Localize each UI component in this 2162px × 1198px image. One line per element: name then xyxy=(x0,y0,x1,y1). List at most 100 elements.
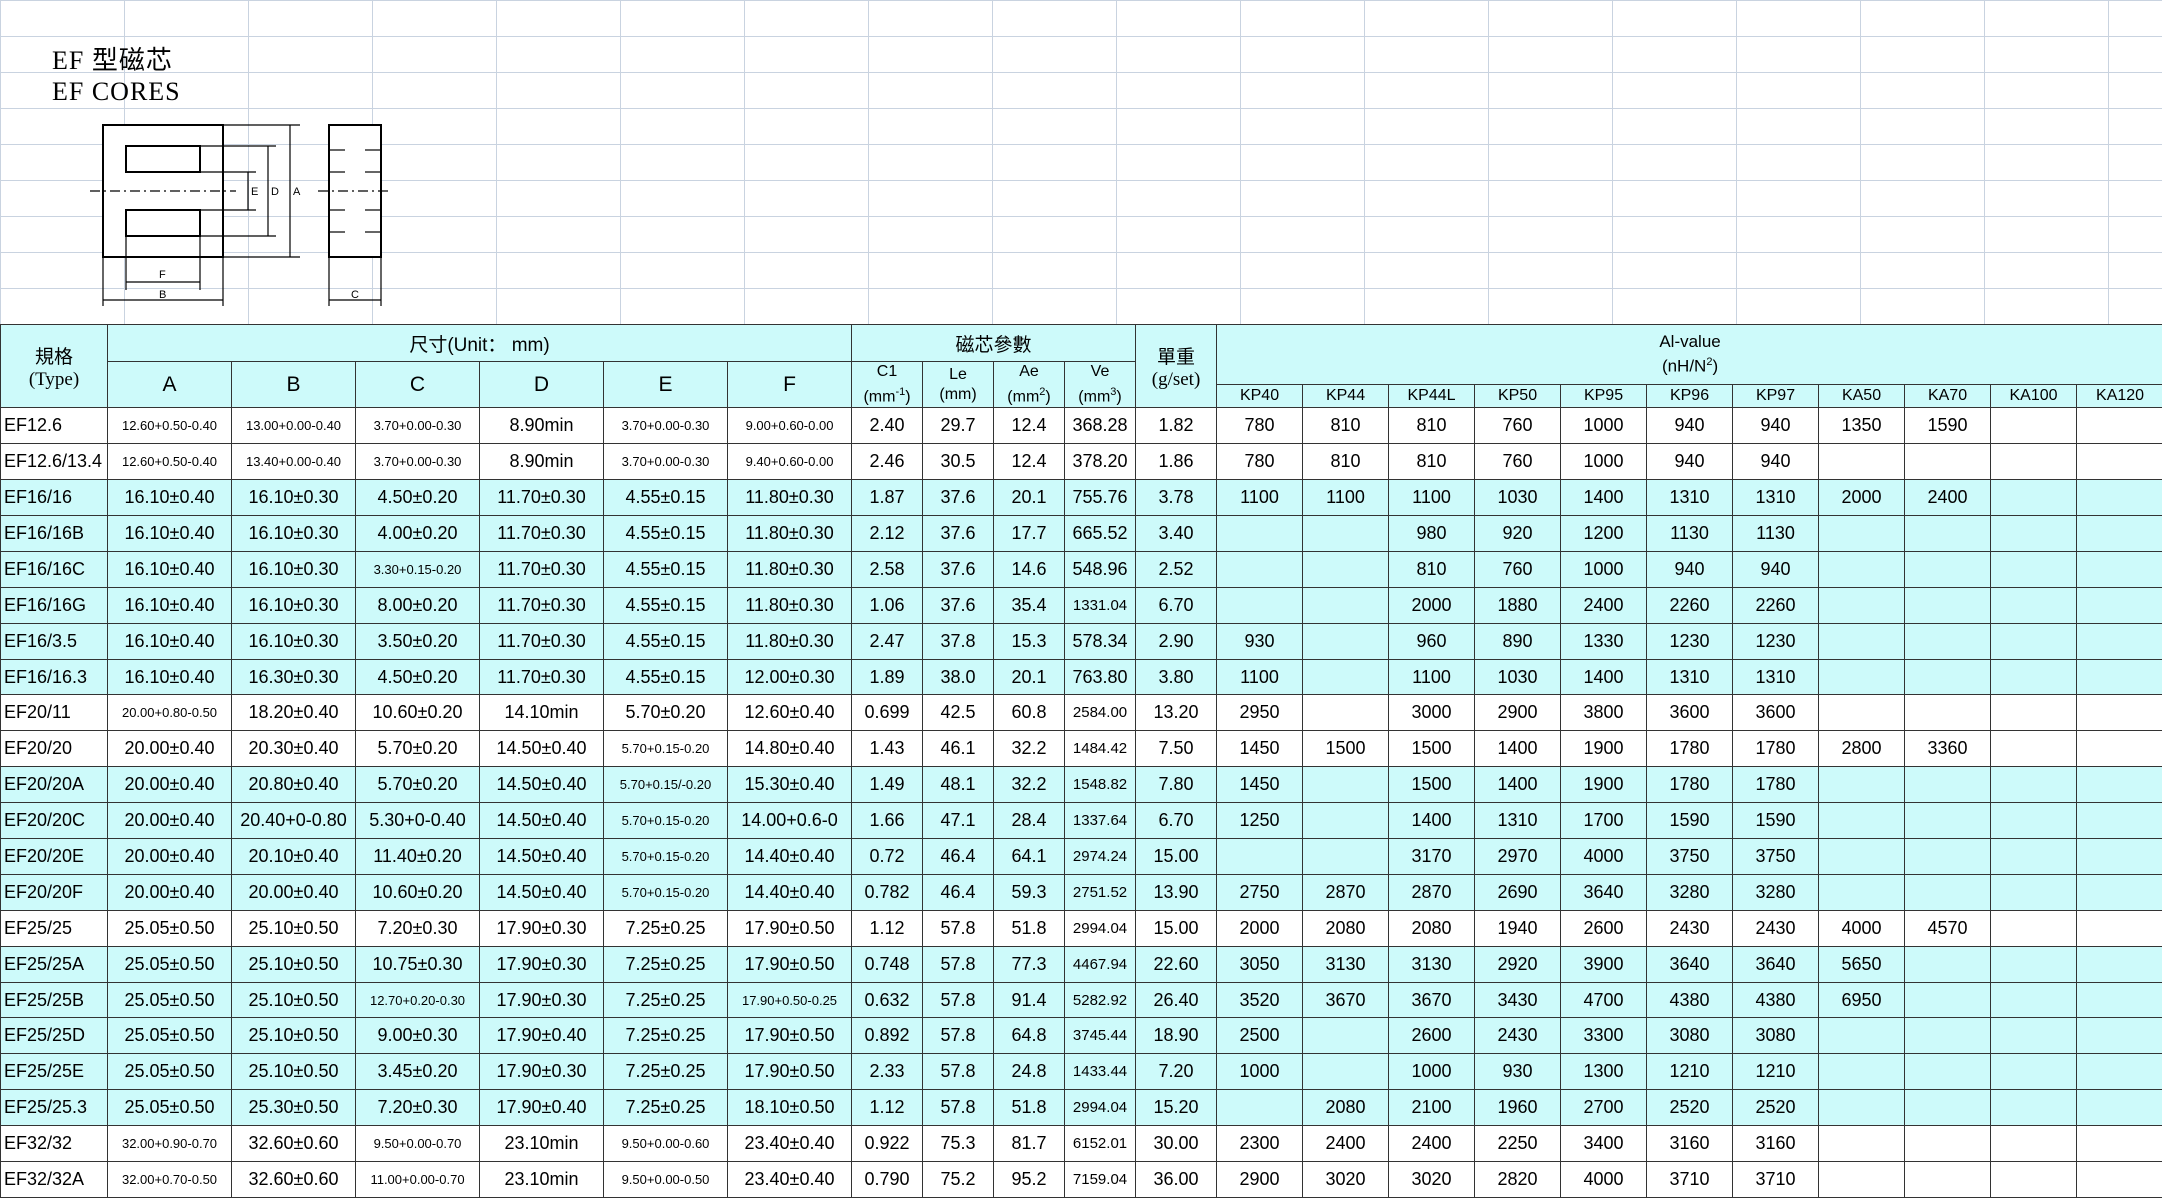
cell-al-value: 4380 xyxy=(1646,981,1734,1019)
cell-al-value: 2820 xyxy=(1474,1161,1562,1198)
al-value-header: Al-value (nH/N2) xyxy=(1216,323,2162,386)
cell-al-value: 1100 xyxy=(1388,658,1476,696)
cell-al-value: 5650 xyxy=(1818,945,1906,983)
cell-F: 17.90±0.50 xyxy=(726,945,853,983)
cell-Le: 75.2 xyxy=(922,1161,995,1198)
cell-D: 17.90±0.40 xyxy=(479,1017,604,1055)
cell-A: 12.60+0.50-0.40 xyxy=(107,443,232,481)
cell-A: 20.00±0.40 xyxy=(107,730,232,768)
param-header-Le: Le (mm) xyxy=(922,360,995,409)
cell-type: EF20/20A xyxy=(0,766,108,804)
cell-al-value xyxy=(1302,622,1390,660)
cell-al-value xyxy=(1904,1017,1992,1055)
cell-al-value xyxy=(2076,838,2162,875)
cell-al-value: 1400 xyxy=(1474,730,1562,768)
dim-header-D: D xyxy=(479,360,604,409)
cell-W: 15.00 xyxy=(1135,909,1218,947)
cell-W: 1.86 xyxy=(1135,443,1218,481)
cell-al-value: 1310 xyxy=(1646,658,1734,696)
cell-Ae: 77.3 xyxy=(993,945,1066,983)
cell-A: 20.00±0.40 xyxy=(107,838,232,875)
cell-D: 14.50±0.40 xyxy=(479,838,604,875)
cell-Ae: 60.8 xyxy=(993,694,1066,732)
cell-al-value xyxy=(1302,1017,1390,1055)
cell-al-value xyxy=(1904,945,1992,983)
cell-al-value: 2970 xyxy=(1474,838,1562,875)
material-header: KA70 xyxy=(1904,384,1992,409)
cell-al-value xyxy=(2076,407,2162,445)
cell-al-value xyxy=(1990,1017,2078,1055)
cell-al-value: 1100 xyxy=(1302,479,1390,516)
cell-al-value: 1210 xyxy=(1732,1053,1820,1091)
cell-A: 20.00±0.40 xyxy=(107,873,232,911)
cell-al-value: 1000 xyxy=(1560,550,1648,588)
cell-al-value xyxy=(1216,1089,1304,1127)
cell-al-value xyxy=(2076,909,2162,947)
cell-C: 10.60±0.20 xyxy=(355,873,480,911)
cell-al-value xyxy=(1302,766,1390,804)
table-row: EF25/25B 25.05±0.50 25.10±0.50 12.70+0.20-0… xyxy=(0,981,2162,1019)
cell-W: 6.70 xyxy=(1135,802,1218,840)
cell-al-value: 2400 xyxy=(1904,479,1992,516)
cell-al-value xyxy=(1990,407,2078,445)
cell-D: 11.70±0.30 xyxy=(479,622,604,660)
cell-type: EF25/25D xyxy=(0,1017,108,1055)
cell-B: 32.60±0.60 xyxy=(231,1161,356,1198)
cell-C1: 1.87 xyxy=(851,479,924,516)
cell-al-value: 1400 xyxy=(1560,658,1648,696)
cell-W: 7.20 xyxy=(1135,1053,1218,1091)
cell-al-value xyxy=(1904,443,1992,481)
cell-Ve: 378.20 xyxy=(1064,443,1137,481)
cell-Ve: 1337.64 xyxy=(1064,802,1137,840)
weight-header: 單重 (g/set) xyxy=(1135,323,1218,409)
cell-F: 12.00±0.30 xyxy=(726,658,853,696)
cell-al-value xyxy=(1904,981,1992,1019)
cell-W: 3.80 xyxy=(1135,658,1218,696)
cell-type: EF20/11 xyxy=(0,694,108,732)
cell-B: 20.30±0.40 xyxy=(231,730,356,768)
cell-C1: 0.922 xyxy=(851,1125,924,1163)
cell-al-value xyxy=(1302,838,1390,875)
cell-al-value: 2250 xyxy=(1474,1125,1562,1163)
cell-B: 13.40+0.00-0.40 xyxy=(231,443,356,481)
cell-al-value: 3640 xyxy=(1560,873,1648,911)
cell-al-value: 2400 xyxy=(1560,586,1648,624)
cell-D: 17.90±0.40 xyxy=(479,1089,604,1127)
cell-Ve: 2584.00 xyxy=(1064,694,1137,732)
cell-W: 13.20 xyxy=(1135,694,1218,732)
cell-al-value xyxy=(1990,443,2078,481)
cell-al-value: 3670 xyxy=(1302,981,1390,1019)
cell-D: 11.70±0.30 xyxy=(479,515,604,552)
cell-al-value xyxy=(1818,550,1906,588)
cell-al-value: 1230 xyxy=(1732,622,1820,660)
cell-al-value xyxy=(1818,515,1906,552)
cell-F: 12.60±0.40 xyxy=(726,694,853,732)
cell-al-value: 810 xyxy=(1388,550,1476,588)
cell-C: 7.20±0.30 xyxy=(355,1089,480,1127)
cell-E: 4.55±0.15 xyxy=(603,550,728,588)
table-row: EF20/20E 20.00±0.40 20.10±0.40 11.40±0.20 14… xyxy=(0,838,2162,875)
cell-al-value: 1000 xyxy=(1216,1053,1304,1091)
cell-C: 3.45±0.20 xyxy=(355,1053,480,1091)
cell-al-value: 3800 xyxy=(1560,694,1648,732)
cell-al-value xyxy=(1904,586,1992,624)
cell-al-value: 940 xyxy=(1732,550,1820,588)
cell-al-value: 2800 xyxy=(1818,730,1906,768)
cell-al-value xyxy=(1990,873,2078,911)
cell-type: EF16/16G xyxy=(0,586,108,624)
cell-al-value: 3640 xyxy=(1646,945,1734,983)
cell-al-value xyxy=(1904,515,1992,552)
cell-D: 11.70±0.30 xyxy=(479,550,604,588)
cell-type: EF12.6/13.4 xyxy=(0,443,108,481)
cell-W: 30.00 xyxy=(1135,1125,1218,1163)
cell-al-value: 1100 xyxy=(1216,479,1304,516)
cell-Ve: 1433.44 xyxy=(1064,1053,1137,1091)
cell-al-value: 2080 xyxy=(1388,909,1476,947)
dim-label-A: A xyxy=(293,186,301,198)
cell-al-value xyxy=(2076,873,2162,911)
cell-al-value: 3710 xyxy=(1646,1161,1734,1198)
cell-type: EF32/32A xyxy=(0,1161,108,1198)
cell-al-value: 1450 xyxy=(1216,766,1304,804)
cell-F: 14.40±0.40 xyxy=(726,838,853,875)
cell-al-value xyxy=(1818,802,1906,840)
